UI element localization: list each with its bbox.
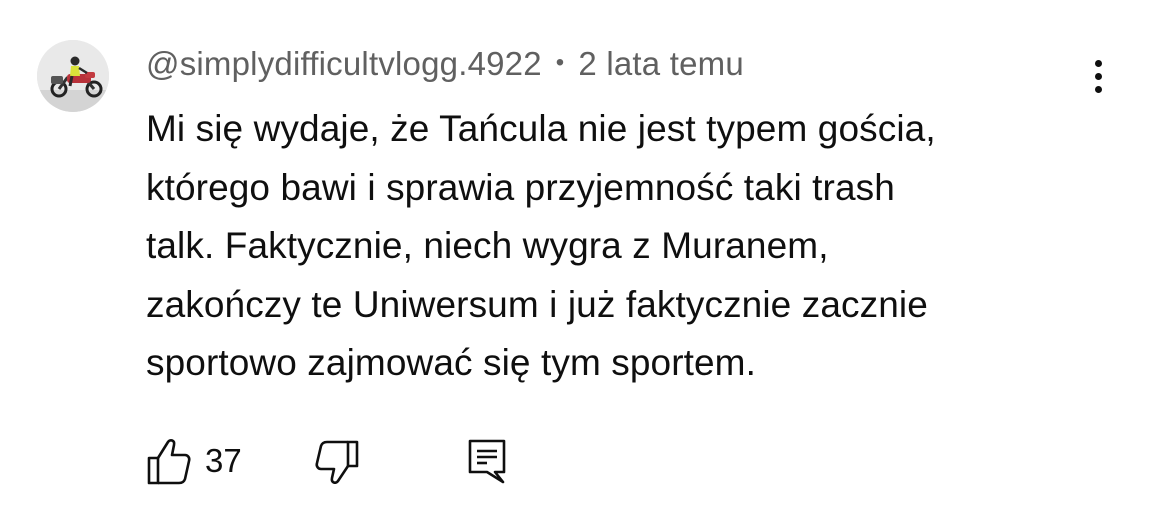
thumb-down-icon xyxy=(315,440,359,484)
comment-thread: @simplydifficultvlogg.4922 • 2 lata temu… xyxy=(0,0,1170,507)
header-separator: • xyxy=(555,49,565,76)
comment-text-line: którego bawi i sprawia przyjemność taki … xyxy=(146,166,895,208)
reply-button[interactable] xyxy=(465,436,509,486)
reply-comment-icon xyxy=(468,439,506,484)
like-count: 37 xyxy=(205,442,242,479)
comment-text-line: sportowo zajmować się tym sportem. xyxy=(146,342,756,383)
comment-text-line: zakończy te Uniwersum i już faktycznie z… xyxy=(146,283,928,325)
comment-text-line: Mi się wydaje, że Tańcula nie jest typem… xyxy=(146,108,936,149)
like-button[interactable] xyxy=(146,436,192,486)
more-vertical-icon-dot xyxy=(1094,85,1102,93)
thumb-up-icon xyxy=(147,439,191,485)
more-vertical-icon-dot xyxy=(1094,72,1102,80)
comment-text-line: talk. Faktycznie, niech wygra z Muranem, xyxy=(146,225,829,266)
comment-menu-button[interactable] xyxy=(1078,52,1118,100)
comment-text: Mi się wydaje, że Tańcula nie jest typem… xyxy=(146,100,1106,393)
comment-actions: 37 xyxy=(0,436,1170,486)
comment-timestamp[interactable]: 2 lata temu xyxy=(578,45,743,83)
comment-header: @simplydifficultvlogg.4922 • 2 lata temu xyxy=(146,44,744,84)
author-name[interactable]: @simplydifficultvlogg.4922 xyxy=(146,45,542,83)
avatar[interactable] xyxy=(37,40,109,112)
motorcycle-rider-avatar-icon xyxy=(37,40,109,112)
more-vertical-icon-dot xyxy=(1094,59,1102,67)
dislike-button[interactable] xyxy=(314,436,360,486)
